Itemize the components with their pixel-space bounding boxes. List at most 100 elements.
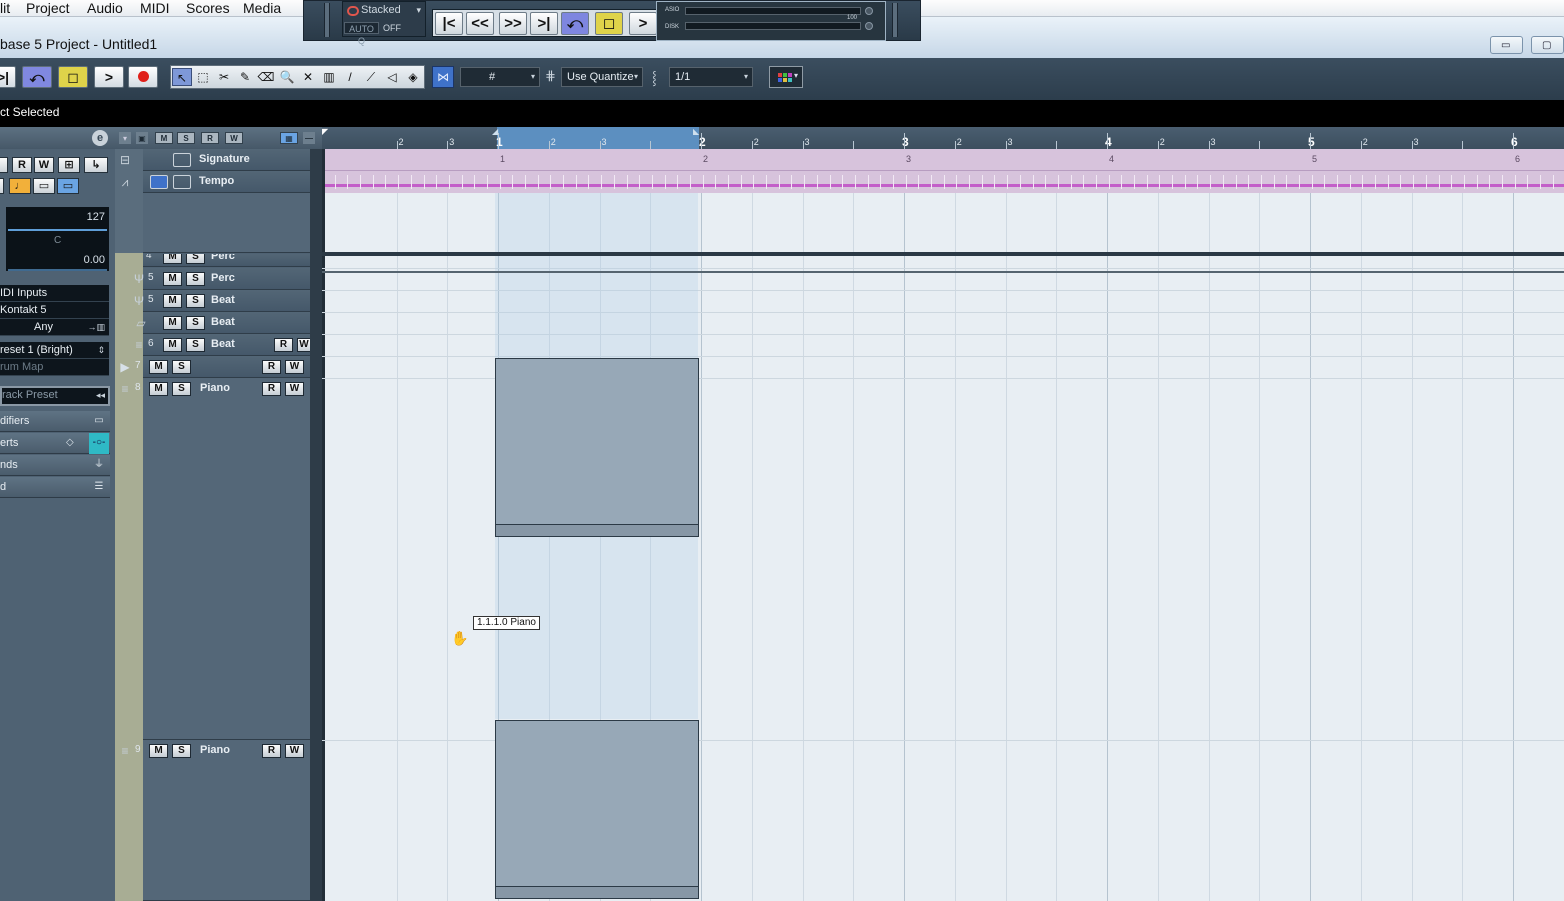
go-to-end-button[interactable]: >| (530, 12, 558, 35)
track-row-piano[interactable]: ≡ 9 M S Piano R W (121, 740, 310, 901)
maximize-button[interactable]: ▢ (1531, 36, 1564, 54)
solo-button[interactable]: S (186, 294, 205, 308)
delay-value[interactable]: 0.00 (84, 254, 105, 266)
edit-in-place-icon[interactable]: ▭ (57, 178, 79, 194)
track-row[interactable]: Ψ 5 M S Beat (134, 290, 310, 312)
menu-audio[interactable]: Audio (87, 0, 123, 16)
delay-slider[interactable] (8, 269, 107, 271)
edit-instrument-button[interactable]: e (92, 130, 108, 146)
go-to-end-button[interactable]: >| (0, 66, 16, 88)
track-row-folder[interactable]: ▱ M S Beat (136, 312, 310, 334)
rewind-button[interactable]: << (466, 12, 494, 35)
track-colors-icon[interactable]: ▦ (280, 132, 298, 144)
split-tool-icon[interactable]: ✂ (214, 68, 234, 86)
drum-map-selector[interactable]: rum Map (0, 359, 109, 376)
solo-button[interactable]: S (186, 316, 205, 330)
mute-button[interactable]: M (163, 294, 182, 308)
signature-lane[interactable]: 1 2 3 4 5 6 (322, 149, 1564, 171)
menu-midi[interactable]: MIDI (140, 0, 170, 16)
tempo-lane[interactable] (322, 171, 1564, 193)
track-list-divider[interactable] (310, 149, 322, 901)
time-ruler[interactable]: ◤ ◢ ◣ 23123223323423523623 (322, 127, 1564, 149)
stop-button[interactable]: ◻ (58, 66, 88, 88)
drag-handle[interactable] (892, 3, 898, 37)
read-automation-button[interactable]: R (274, 338, 293, 352)
mute-button[interactable]: M (149, 744, 168, 758)
pencil-tool-icon[interactable]: / (340, 68, 360, 86)
read-automation-button[interactable]: R (262, 382, 281, 396)
lock-icon[interactable] (173, 175, 191, 189)
global-write-button[interactable]: W (225, 132, 243, 144)
midi-channel-field[interactable]: Any →▥ (0, 319, 109, 336)
menu-scores[interactable]: Scores (186, 0, 230, 16)
solo-button[interactable]: S (186, 338, 205, 352)
solo-button[interactable]: S (186, 254, 205, 264)
mute-tool-icon[interactable]: ✕ (298, 68, 318, 86)
write-automation-button[interactable]: W (285, 382, 304, 396)
track-row[interactable]: Ψ 5 M S Perc (134, 268, 310, 290)
track-row-tempo[interactable]: ⩘ Tempo (122, 171, 310, 193)
write-automation-button[interactable]: W (285, 744, 304, 758)
section-modifiers[interactable]: difiers ▭ (0, 411, 110, 432)
menu-media[interactable]: Media (243, 0, 281, 16)
track-settings-icon[interactable]: ▣ (136, 132, 148, 144)
zoom-tool-icon[interactable]: 🔍 (277, 68, 297, 86)
arrange-window[interactable]: ◤ ◢ ◣ 23123223323423523623 123456 1.1.1.… (322, 127, 1564, 901)
program-selector[interactable]: reset 1 (Bright) ⇕ (0, 342, 109, 359)
routing-icon[interactable]: ↳ (84, 157, 108, 173)
write-automation-button[interactable]: W (285, 360, 304, 374)
color-selector-button[interactable]: ▾ (769, 66, 803, 88)
solo-button[interactable]: S (172, 382, 191, 396)
meter-reset-knob[interactable] (865, 22, 873, 30)
erase-tool-icon[interactable]: ⌫ (256, 68, 276, 86)
object-selection-tool-icon[interactable]: ↖ (172, 68, 192, 86)
record-button[interactable] (128, 66, 158, 88)
folder-icon[interactable]: ▭ (33, 178, 55, 194)
quantize-type-selector[interactable]: Use Quantize ▾ (561, 67, 643, 87)
global-mute-button[interactable]: M (155, 132, 173, 144)
forward-button[interactable]: >> (499, 12, 527, 35)
read-automation-button[interactable]: R (262, 744, 281, 758)
monitor-button[interactable] (0, 178, 4, 194)
mute-button[interactable]: M (163, 316, 182, 330)
quantize-value-selector[interactable]: 1/1 ▾ (669, 67, 753, 87)
section-notepad[interactable]: d ☰ (0, 477, 110, 498)
drag-handle[interactable] (324, 3, 330, 37)
mute-button[interactable]: M (163, 272, 182, 286)
time-warp-tool-icon[interactable]: ▥ (319, 68, 339, 86)
auto-quantize-button[interactable]: AUTO Q (344, 22, 379, 46)
play-button[interactable]: > (629, 12, 657, 35)
go-to-start-button[interactable]: |< (435, 12, 463, 35)
cycle-range[interactable] (497, 127, 699, 149)
grid-type-selector[interactable]: # ▾ (460, 67, 540, 87)
section-inserts[interactable]: erts ◇ -○- (0, 433, 110, 454)
write-automation-button[interactable]: W (297, 338, 311, 352)
expand-triangle-icon[interactable]: ▶ (117, 359, 133, 375)
chevron-down-icon[interactable]: ▾ (119, 132, 131, 144)
read-automation-button[interactable]: R (12, 157, 32, 173)
snap-toggle-button[interactable]: ⋈ (432, 66, 454, 88)
mute-button[interactable]: M (149, 382, 168, 396)
solo-button[interactable]: S (172, 744, 191, 758)
midi-part[interactable] (495, 720, 699, 899)
track-row[interactable]: 4 M S Perc (143, 254, 310, 267)
midi-output-field[interactable]: Kontakt 5 (0, 302, 109, 319)
solo-button[interactable]: S (172, 360, 191, 374)
track-row[interactable]: ≡ 6 M S Beat R W (135, 334, 311, 356)
collapse-icon[interactable]: — (303, 132, 315, 144)
note-icon[interactable]: ♩ (9, 178, 31, 194)
mute-button[interactable]: M (149, 360, 168, 374)
solo-button[interactable]: S (186, 272, 205, 286)
meter-reset-knob[interactable] (865, 7, 873, 15)
midi-part[interactable] (495, 358, 699, 537)
mute-button[interactable]: M (163, 338, 182, 352)
power-icon[interactable] (150, 175, 168, 189)
midi-input-field[interactable]: IDI Inputs (0, 285, 109, 302)
cycle-button[interactable]: ⤺ (561, 12, 589, 35)
section-sends[interactable]: nds ⏚ (0, 455, 110, 476)
track-settings-icon[interactable]: ⊞ (58, 157, 80, 173)
minimize-button[interactable]: ▭ (1490, 36, 1523, 54)
volume-value[interactable]: 127 (87, 211, 105, 223)
play-button[interactable]: > (94, 66, 124, 88)
global-solo-button[interactable]: S (177, 132, 195, 144)
